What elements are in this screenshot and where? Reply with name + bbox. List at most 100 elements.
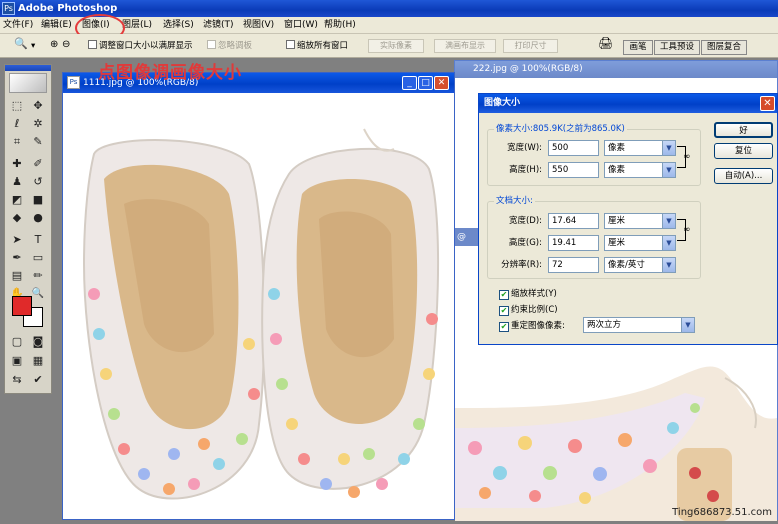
minimize-button[interactable]: _ bbox=[402, 76, 417, 90]
quick-mask-mode-icon[interactable]: ◙ bbox=[29, 333, 47, 350]
foreground-color-swatch[interactable] bbox=[12, 296, 32, 316]
constrain-proportions-checkbox[interactable]: ✔ 约束比例(C) bbox=[499, 304, 558, 316]
slice-tool-icon[interactable]: ✎ bbox=[29, 133, 47, 150]
screen-mode-standard-icon[interactable]: ▣ bbox=[8, 352, 26, 369]
zoom-all-checkbox[interactable]: 缩放所有窗口 bbox=[286, 40, 348, 52]
zoom-in-icon[interactable]: ⊕ bbox=[50, 39, 58, 51]
dialog-title: 图像大小 bbox=[484, 98, 521, 108]
document-window-1111: 1111.jpg @ 100%(RGB/8) Ps _ □ ✕ bbox=[62, 72, 455, 520]
eyedropper-tool-icon[interactable]: ✏ bbox=[29, 267, 47, 284]
menu-window[interactable]: 窗口(W) bbox=[284, 19, 318, 31]
resolution-input[interactable]: 72 bbox=[548, 257, 599, 273]
toolbox-title-bar[interactable] bbox=[5, 65, 51, 71]
app-title-bar: Adobe Photoshop bbox=[0, 0, 778, 17]
shape-tool-icon[interactable]: ▭ bbox=[29, 249, 47, 266]
resolution-unit-select[interactable]: 像素/英寸 ▼ bbox=[604, 257, 676, 273]
pixel-dimensions-group: 像素大小:805.9K(之前为865.0K) 宽度(W): 500 像素 ▼ 高度… bbox=[487, 123, 701, 186]
clone-stamp-tool-icon[interactable]: ♟ bbox=[8, 173, 26, 190]
document-window-3-tab[interactable]: @ bbox=[454, 228, 478, 246]
menu-view[interactable]: 视图(V) bbox=[243, 19, 274, 31]
resize-windows-checkbox[interactable]: 调整窗口大小以满屏显示 bbox=[88, 40, 193, 52]
crop-tool-icon[interactable]: ⌗ bbox=[8, 133, 26, 150]
print-size-button[interactable]: 打印尺寸 bbox=[503, 39, 558, 53]
document-canvas[interactable] bbox=[64, 94, 453, 519]
image-size-dialog: 图像大小 ✕ 像素大小:805.9K(之前为865.0K) 宽度(W): 500… bbox=[478, 93, 778, 345]
chevron-down-icon[interactable]: ▼ bbox=[662, 214, 675, 228]
checkmark-icon[interactable]: ✔ bbox=[499, 322, 509, 332]
tab-tool-presets[interactable]: 工具预设 bbox=[654, 40, 700, 55]
close-button[interactable]: ✕ bbox=[434, 76, 449, 90]
chevron-down-icon[interactable]: ▼ bbox=[662, 236, 675, 250]
zoom-tool-icon[interactable]: 🔍 bbox=[14, 38, 28, 50]
ok-button[interactable]: 好 bbox=[714, 122, 773, 138]
toolbox-panel: ⬚ ✥ ℓ ✲ ⌗ ✎ ✚ ✐ ♟ ↺ ◩ ■ ◆ ● ➤ T ✒ ▭ ▤ ✏ … bbox=[4, 64, 52, 394]
standard-mode-icon[interactable]: ▢ bbox=[8, 333, 26, 350]
history-brush-tool-icon[interactable]: ↺ bbox=[29, 173, 47, 190]
pen-tool-icon[interactable]: ✒ bbox=[8, 249, 26, 266]
dialog-close-button[interactable]: ✕ bbox=[760, 96, 775, 111]
path-selection-tool-icon[interactable]: ➤ bbox=[8, 231, 26, 248]
notes-tool-icon[interactable]: ▤ bbox=[8, 267, 26, 284]
fit-screen-button[interactable]: 满画布显示 bbox=[434, 39, 496, 53]
lasso-tool-icon[interactable]: ℓ bbox=[8, 115, 26, 132]
doc-width-input[interactable]: 17.64 bbox=[548, 213, 599, 229]
document-size-group: 文档大小: 宽度(D): 17.64 厘米 ▼ 高度(G): 19.41 厘米 ▼ … bbox=[487, 195, 701, 279]
pixel-height-input[interactable]: 550 bbox=[548, 162, 599, 178]
chevron-down-icon[interactable]: ▼ bbox=[662, 141, 675, 155]
menu-layer[interactable]: 图层(L) bbox=[122, 19, 152, 31]
doc-height-label: 高度(G): bbox=[508, 238, 542, 248]
scale-styles-checkbox[interactable]: ✔ 缩放样式(Y) bbox=[499, 288, 557, 300]
checkmark-icon[interactable]: ✔ bbox=[499, 290, 509, 300]
chevron-down-icon[interactable]: ▼ bbox=[662, 163, 675, 177]
maximize-button[interactable]: □ bbox=[418, 76, 433, 90]
blur-tool-icon[interactable]: ◆ bbox=[8, 209, 26, 226]
jump-to-imageready-icon[interactable]: ⇆ bbox=[8, 371, 26, 388]
tab-layer-comps[interactable]: 图层复合 bbox=[701, 40, 747, 55]
resize-windows-check-icon[interactable] bbox=[88, 40, 97, 49]
ignore-palettes-check-icon[interactable] bbox=[207, 40, 216, 49]
move-tool-icon[interactable]: ✥ bbox=[29, 97, 47, 114]
auto-button[interactable]: 自动(A)... bbox=[714, 168, 773, 184]
check-icon[interactable]: ✔ bbox=[29, 371, 47, 388]
menu-file[interactable]: 文件(F) bbox=[3, 19, 33, 31]
menu-edit[interactable]: 编辑(E) bbox=[41, 19, 72, 31]
zoom-out-icon[interactable]: ⊖ bbox=[62, 39, 70, 51]
actual-pixels-button[interactable]: 实际像素 bbox=[368, 39, 424, 53]
brush-tool-icon[interactable]: ✐ bbox=[29, 155, 47, 172]
eraser-tool-icon[interactable]: ◩ bbox=[8, 191, 26, 208]
checkmark-icon[interactable]: ✔ bbox=[499, 306, 509, 316]
chain-link-icon: ∞ bbox=[683, 225, 691, 235]
annotation-text: 点图像调画像大小 bbox=[98, 63, 242, 83]
zoom-all-check-icon[interactable] bbox=[286, 40, 295, 49]
tab-brushes[interactable]: 画笔 bbox=[623, 40, 653, 55]
gradient-tool-icon[interactable]: ■ bbox=[29, 191, 47, 208]
resample-method-select[interactable]: 两次立方 ▼ bbox=[583, 317, 695, 333]
resample-image-checkbox[interactable]: ✔ 重定图像像素: bbox=[499, 320, 565, 332]
dialog-title-bar[interactable]: 图像大小 bbox=[479, 94, 777, 113]
marquee-tool-icon[interactable]: ⬚ bbox=[8, 97, 26, 114]
chevron-down-icon[interactable]: ▼ bbox=[681, 318, 694, 332]
menu-select[interactable]: 选择(S) bbox=[163, 19, 194, 31]
pixel-width-input[interactable]: 500 bbox=[548, 140, 599, 156]
menu-help[interactable]: 帮助(H) bbox=[324, 19, 356, 31]
screen-mode-full-icon[interactable]: ▦ bbox=[29, 352, 47, 369]
pixel-width-unit-select[interactable]: 像素 ▼ bbox=[604, 140, 676, 156]
pixel-height-label: 高度(H): bbox=[509, 165, 542, 175]
ignore-palettes-checkbox[interactable]: 忽略调板 bbox=[207, 40, 252, 52]
healing-brush-tool-icon[interactable]: ✚ bbox=[8, 155, 26, 172]
pixel-dimensions-label: 像素大小:805.9K(之前为865.0K) bbox=[494, 123, 627, 135]
menu-filter[interactable]: 滤镜(T) bbox=[203, 19, 234, 31]
doc-height-unit-select[interactable]: 厘米 ▼ bbox=[604, 235, 676, 251]
dodge-tool-icon[interactable]: ● bbox=[29, 209, 47, 226]
chevron-down-icon[interactable]: ▼ bbox=[662, 258, 675, 272]
print-icon[interactable]: 🖨 bbox=[598, 37, 613, 49]
magic-wand-tool-icon[interactable]: ✲ bbox=[29, 115, 47, 132]
document-title-bar[interactable]: 222.jpg @ 100%(RGB/8) bbox=[455, 61, 777, 78]
type-tool-icon[interactable]: T bbox=[29, 231, 47, 248]
feather-logo[interactable] bbox=[9, 73, 47, 93]
doc-width-unit-select[interactable]: 厘米 ▼ bbox=[604, 213, 676, 229]
doc-height-input[interactable]: 19.41 bbox=[548, 235, 599, 251]
pixel-height-unit-select[interactable]: 像素 ▼ bbox=[604, 162, 676, 178]
tool-preset-dropdown-icon[interactable]: ▾ bbox=[31, 40, 35, 52]
reset-button[interactable]: 复位 bbox=[714, 143, 773, 159]
